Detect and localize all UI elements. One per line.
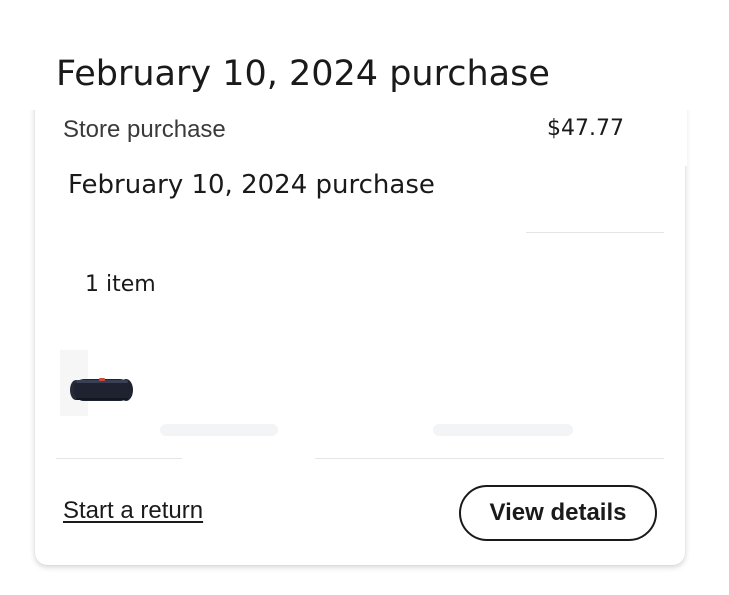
start-return-link[interactable]: Start a return: [63, 497, 203, 525]
order-stage: February 10, 2024 purchase Store purchas…: [0, 0, 729, 595]
placeholder-bar: [433, 424, 573, 436]
order-total: $47.77: [547, 116, 624, 141]
item-count: 1 item: [85, 272, 156, 297]
store-purchase-label: Store purchase: [63, 116, 226, 143]
page-title: February 10, 2024 purchase: [56, 54, 550, 94]
divider: [315, 458, 664, 459]
divider: [56, 458, 182, 459]
order-subtitle: February 10, 2024 purchase: [68, 170, 435, 200]
placeholder-bar: [160, 424, 278, 436]
view-details-button[interactable]: View details: [459, 485, 657, 541]
product-thumbnail[interactable]: [60, 350, 140, 416]
bluetooth-speaker-image: [60, 350, 133, 416]
divider: [526, 232, 664, 233]
